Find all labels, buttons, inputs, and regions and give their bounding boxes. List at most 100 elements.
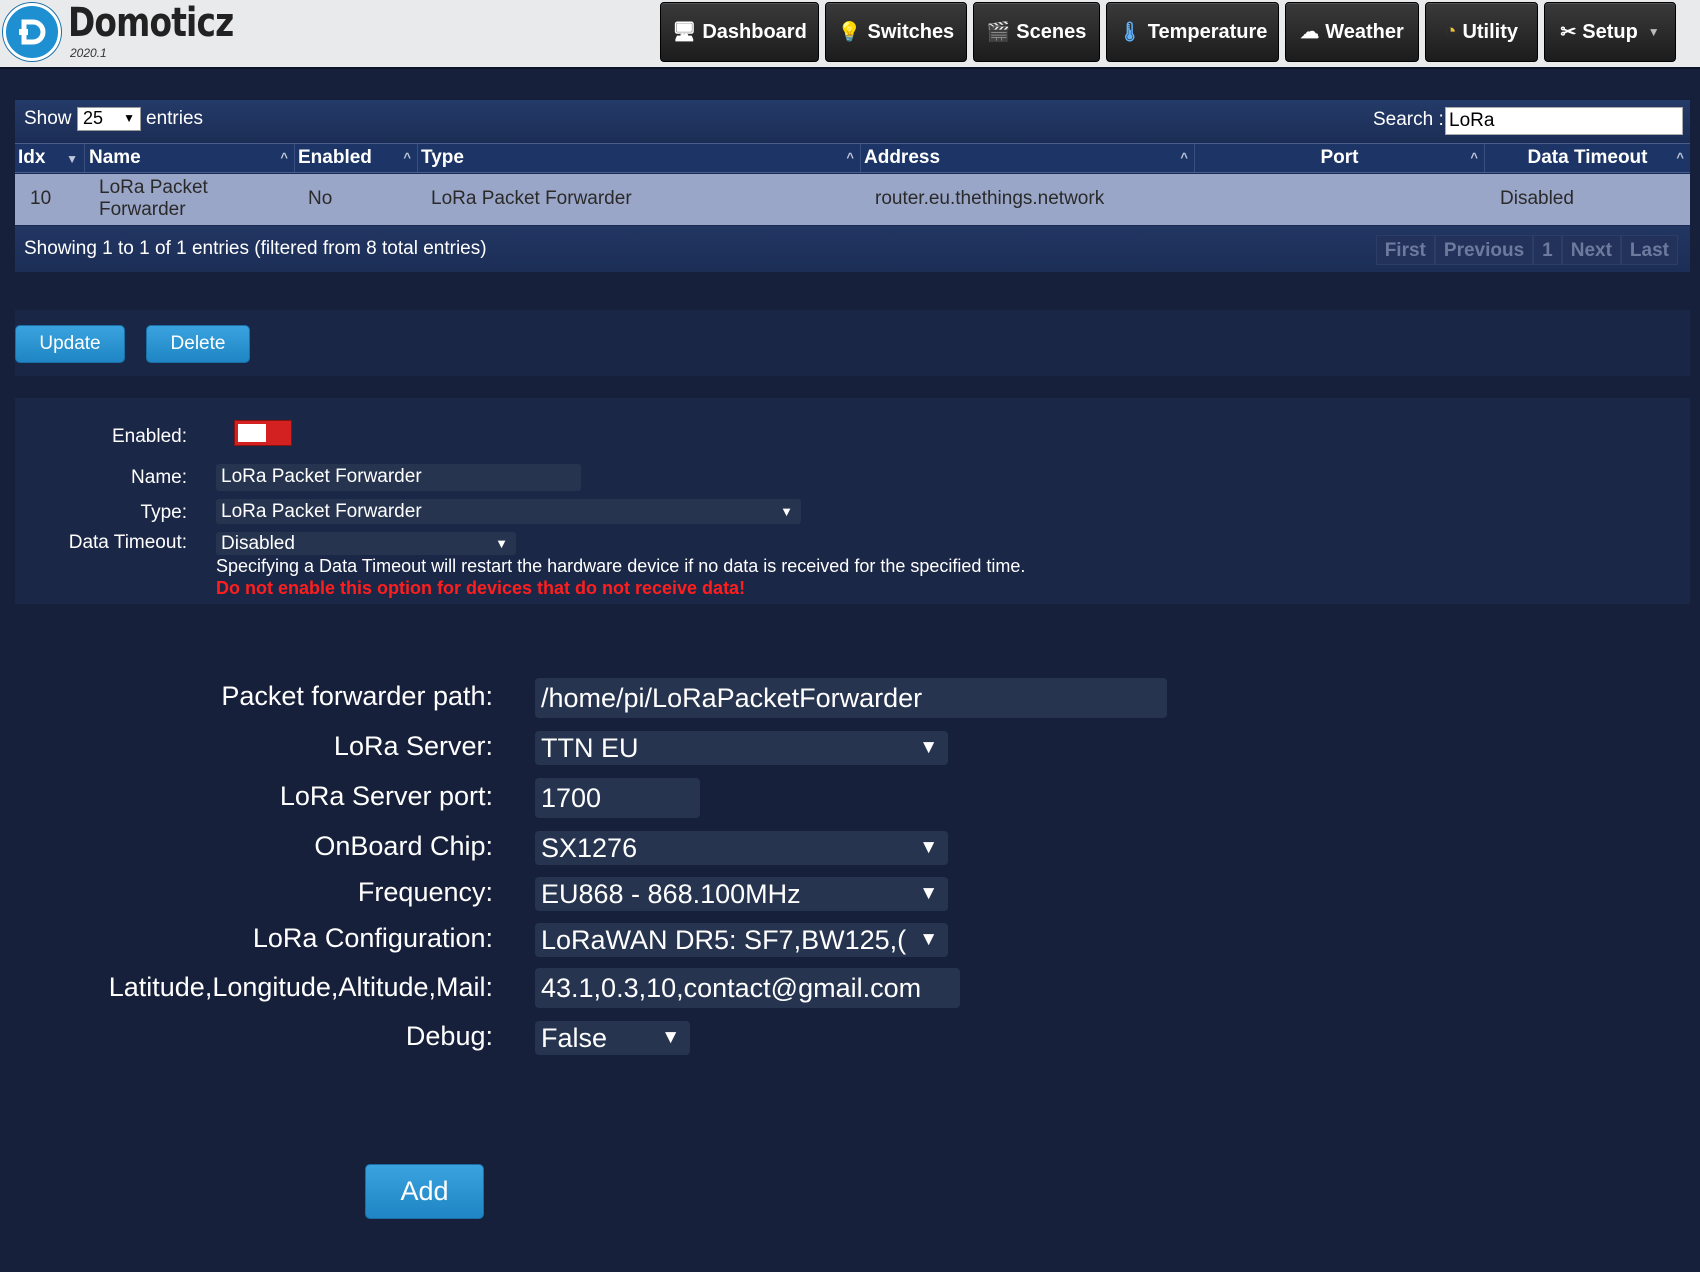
sort-icon: ^ <box>1180 150 1188 165</box>
type-select-value: LoRa Packet Forwarder <box>221 501 422 522</box>
toggle-knob <box>238 424 266 442</box>
page-next[interactable]: Next <box>1561 235 1621 265</box>
col-address-label: Address <box>864 147 941 168</box>
name-input[interactable]: LoRa Packet Forwarder <box>216 464 581 491</box>
col-idx-label: Idx <box>18 147 46 168</box>
nav-setup[interactable]: ✂ Setup ▼ <box>1544 2 1676 62</box>
top-header: Domoticz 2020.1 🖥 Dashboard 💡 Switches 🎬… <box>0 0 1700 69</box>
cell-enabled: No <box>308 188 333 209</box>
col-name-label: Name <box>89 147 141 168</box>
gauge-icon: ◔ <box>1444 21 1457 42</box>
type-select[interactable]: LoRa Packet Forwarder ▼ <box>216 499 801 524</box>
data-timeout-select[interactable]: Disabled ▼ <box>216 532 516 555</box>
sort-icon: ^ <box>280 150 288 165</box>
page-length-value: 25 <box>83 108 104 128</box>
cloud-icon: ☁ <box>1300 21 1320 43</box>
onboard-chip-select[interactable]: SX1276 ▼ <box>535 831 948 865</box>
page-length-select[interactable]: 25 ▼ <box>77 107 141 131</box>
page-last[interactable]: Last <box>1620 235 1678 265</box>
nav-temperature-label: Temperature <box>1147 20 1268 43</box>
col-port[interactable]: Port ^ <box>1195 144 1485 172</box>
chevron-down-icon: ▼ <box>915 923 938 957</box>
nav-dashboard-label: Dashboard <box>702 20 807 43</box>
lora-server-port-input[interactable]: 1700 <box>535 778 700 818</box>
lora-server-port-label: LoRa Server port: <box>279 781 493 811</box>
data-timeout-value: Disabled <box>221 533 295 554</box>
page-first[interactable]: First <box>1375 235 1435 265</box>
cell-type: LoRa Packet Forwarder <box>431 188 632 209</box>
pagination: First Previous 1 Next Last <box>1375 235 1678 265</box>
sort-desc-icon: ▼ <box>66 152 78 166</box>
lora-server-select[interactable]: TTN EU ▼ <box>535 731 948 765</box>
app-name: Domoticz <box>68 0 234 46</box>
col-address[interactable]: Address ^ <box>861 144 1195 172</box>
dashboard-icon: 🖥 <box>672 22 697 43</box>
lat-lon-alt-mail-label: Latitude,Longitude,Altitude,Mail: <box>108 972 493 1002</box>
cell-name-line2: Forwarder <box>99 199 186 220</box>
entries-label: entries <box>146 108 204 129</box>
chevron-down-icon: ▼ <box>915 831 938 865</box>
frequency-label: Frequency: <box>357 877 493 907</box>
action-bar: Update Delete <box>15 310 1690 376</box>
bulb-icon: 💡 <box>837 22 862 43</box>
tools-icon: ✂ <box>1560 21 1577 43</box>
debug-select[interactable]: False ▼ <box>535 1021 690 1055</box>
nav-dashboard[interactable]: 🖥 Dashboard <box>660 2 819 62</box>
lora-server-label: LoRa Server: <box>333 731 493 761</box>
nav-utility[interactable]: ◔ Utility <box>1425 2 1538 62</box>
page-1[interactable]: 1 <box>1533 235 1562 265</box>
onboard-chip-label: OnBoard Chip: <box>314 831 493 861</box>
hardware-form: Enabled: Name: LoRa Packet Forwarder Typ… <box>15 398 1690 604</box>
nav-weather[interactable]: ☁ Weather <box>1285 2 1419 62</box>
add-button[interactable]: Add <box>365 1164 484 1219</box>
frequency-value: EU868 - 868.100MHz <box>541 879 801 909</box>
delete-button[interactable]: Delete <box>146 325 250 363</box>
nav-scenes[interactable]: 🎬 Scenes <box>973 2 1100 62</box>
col-idx[interactable]: Idx ▼ <box>15 144 85 172</box>
enabled-label: Enabled: <box>111 426 187 447</box>
enabled-toggle[interactable] <box>234 420 292 446</box>
search-input[interactable] <box>1445 107 1683 135</box>
clapper-icon: 🎬 <box>986 22 1011 43</box>
page-previous[interactable]: Previous <box>1434 235 1534 265</box>
debug-value: False <box>541 1023 608 1053</box>
table-info: Showing 1 to 1 of 1 entries (filtered fr… <box>24 238 487 259</box>
lora-configuration-value: LoRaWAN DR5: SF7,BW125,( <box>541 925 907 955</box>
lora-server-value: TTN EU <box>541 733 639 763</box>
table-header: Idx ▼ Name ^ Enabled ^ Type ^ Address ^ … <box>15 143 1690 173</box>
packet-forwarder-path-input[interactable]: /home/pi/LoRaPacketForwarder <box>535 678 1167 718</box>
app-version: 2020.1 <box>70 46 107 60</box>
chevron-down-icon: ▼ <box>495 536 508 551</box>
frequency-select[interactable]: EU868 - 868.100MHz ▼ <box>535 877 948 911</box>
domoticz-logo-icon[interactable] <box>3 3 61 61</box>
lat-lon-alt-mail-input[interactable]: 43.1,0.3,10,contact@gmail.com <box>535 968 960 1008</box>
chevron-down-icon: ▼ <box>780 504 793 519</box>
col-enabled[interactable]: Enabled ^ <box>295 144 418 172</box>
col-data-timeout[interactable]: Data Timeout ^ <box>1485 144 1690 172</box>
thermometer-icon: 🌡 <box>1117 22 1142 43</box>
onboard-chip-value: SX1276 <box>541 833 638 863</box>
cell-address: router.eu.thethings.network <box>875 188 1105 209</box>
table-row[interactable]: 10 LoRa Packet Forwarder No LoRa Packet … <box>15 174 1690 225</box>
data-timeout-help: Specifying a Data Timeout will restart t… <box>216 556 1026 576</box>
logo-d-icon <box>19 19 46 45</box>
show-label: Show <box>24 108 72 129</box>
nav-temperature[interactable]: 🌡 Temperature <box>1106 2 1279 62</box>
search-label: Search : <box>1373 109 1444 130</box>
col-name[interactable]: Name ^ <box>85 144 295 172</box>
cell-idx: 10 <box>30 188 52 209</box>
sort-icon: ^ <box>846 150 854 165</box>
nav-switches[interactable]: 💡 Switches <box>825 2 967 62</box>
update-button[interactable]: Update <box>15 325 125 363</box>
nav-utility-label: Utility <box>1462 20 1519 43</box>
nav-switches-label: Switches <box>867 20 955 43</box>
col-data-timeout-label: Data Timeout <box>1527 147 1648 168</box>
chevron-down-icon: ▼ <box>1647 25 1660 39</box>
data-timeout-label: Data Timeout: <box>68 532 187 553</box>
nav-scenes-label: Scenes <box>1016 20 1087 43</box>
col-type[interactable]: Type ^ <box>418 144 861 172</box>
sort-icon: ^ <box>1676 150 1684 165</box>
lora-configuration-select[interactable]: LoRaWAN DR5: SF7,BW125,( ▼ <box>535 923 948 957</box>
lora-configuration-label: LoRa Configuration: <box>252 923 493 953</box>
cell-name-line1: LoRa Packet <box>99 177 208 198</box>
